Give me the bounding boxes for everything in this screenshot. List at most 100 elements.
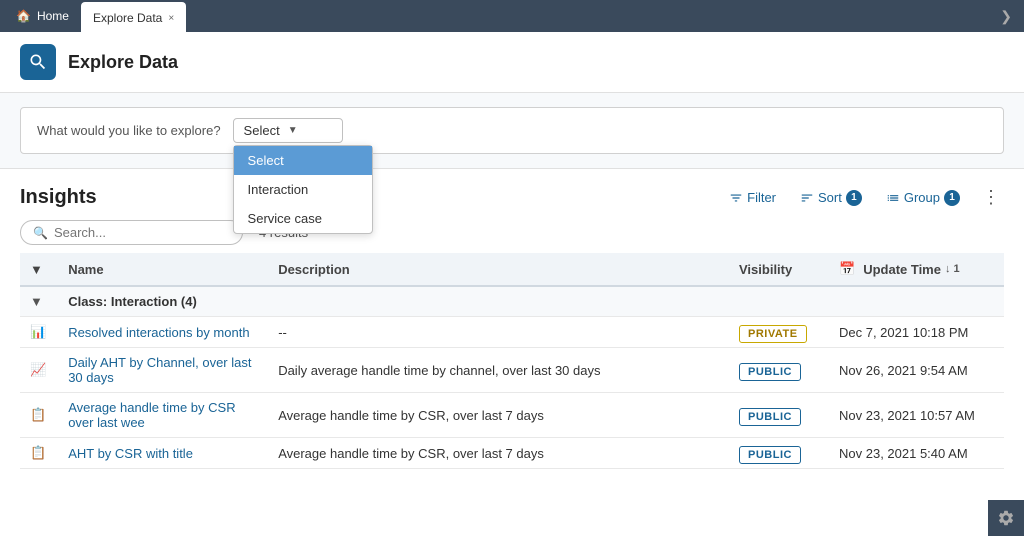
search-results-row: 🔍 4 results — [20, 220, 1004, 245]
sort-asc-icon: ↓ 1 — [945, 263, 960, 275]
calendar-icon: 📅 — [839, 261, 855, 277]
visibility-badge: PRIVATE — [739, 325, 807, 343]
sort-icon — [800, 191, 814, 205]
search-box: 🔍 — [20, 220, 243, 245]
group-label: Group — [904, 190, 940, 205]
th-visibility: Visibility — [729, 253, 829, 286]
row-visibility-cell: PRIVATE — [729, 317, 829, 348]
group-collapse-icon[interactable]: ▼ — [30, 294, 43, 309]
group-class-value: Interaction (4) — [111, 294, 197, 309]
th-update-label: Update Time — [863, 262, 941, 277]
row-description-cell: Average handle time by CSR, over last 7 … — [268, 438, 729, 469]
th-vis-label: Visibility — [739, 262, 792, 277]
row-description-cell: -- — [268, 317, 729, 348]
row-update-time-cell: Nov 26, 2021 9:54 AM — [829, 348, 1004, 393]
row-type-icon: 📋 — [30, 445, 46, 460]
row-icon-cell: 📊 — [20, 317, 58, 348]
row-visibility-cell: PUBLIC — [729, 348, 829, 393]
row-type-icon: 📊 — [30, 324, 46, 339]
row-type-icon: 📋 — [30, 407, 46, 422]
explore-data-tab[interactable]: Explore Data × — [81, 2, 186, 34]
row-description-cell: Average handle time by CSR, over last 7 … — [268, 393, 729, 438]
chevron-down-icon: ▼ — [288, 125, 298, 136]
page-title: Explore Data — [68, 52, 178, 73]
collapse-icon[interactable]: ▼ — [30, 262, 43, 277]
row-icon-cell: 📋 — [20, 438, 58, 469]
insights-header: Insights Filter Sort 1 Group 1 ⋮ — [20, 169, 1004, 220]
row-visibility-cell: PUBLIC — [729, 438, 829, 469]
explore-bar-inner: What would you like to explore? Select ▼… — [20, 107, 1004, 154]
table-row: 📋 Average handle time by CSR over last w… — [20, 393, 1004, 438]
filter-label: Filter — [747, 190, 776, 205]
main-container: Explore Data What would you like to expl… — [0, 32, 1024, 536]
filter-button[interactable]: Filter — [723, 186, 782, 209]
visibility-badge: PUBLIC — [739, 363, 801, 381]
close-tab-button[interactable]: × — [168, 13, 174, 24]
table-row: 📋 AHT by CSR with title Average handle t… — [20, 438, 1004, 469]
insights-title: Insights — [20, 186, 97, 209]
row-name-cell: Daily AHT by Channel, over last 30 days — [58, 348, 268, 393]
dropdown-item-select[interactable]: Select — [234, 146, 372, 175]
row-description-cell: Daily average handle time by channel, ov… — [268, 348, 729, 393]
home-tab-label: Home — [37, 9, 69, 23]
top-navigation: 🏠 Home Explore Data × ❯ — [0, 0, 1024, 32]
select-wrapper: Select ▼ Select Interaction Service case — [233, 118, 343, 143]
group-toggle-cell: ▼ — [20, 286, 58, 317]
row-visibility-cell: PUBLIC — [729, 393, 829, 438]
row-name-cell: Average handle time by CSR over last wee — [58, 393, 268, 438]
table-row: 📈 Daily AHT by Channel, over last 30 day… — [20, 348, 1004, 393]
dropdown-item-interaction[interactable]: Interaction — [234, 175, 372, 204]
gear-button[interactable] — [988, 500, 1024, 536]
group-icon — [886, 191, 900, 205]
table-header-row: ▼ Name Description Visibility — [20, 253, 1004, 286]
th-name-label: Name — [68, 262, 103, 277]
th-update-time: 📅 Update Time ↓ 1 — [829, 253, 1004, 286]
search-icon: 🔍 — [33, 226, 48, 240]
row-name-cell: Resolved interactions by month — [58, 317, 268, 348]
page-icon — [20, 44, 56, 80]
insights-section: Insights Filter Sort 1 Group 1 ⋮ — [0, 169, 1024, 536]
th-description: Description — [268, 253, 729, 286]
row-name-link[interactable]: Resolved interactions by month — [68, 325, 249, 340]
explore-bar: What would you like to explore? Select ▼… — [0, 93, 1024, 169]
row-type-icon: 📈 — [30, 362, 46, 377]
filter-icon — [729, 191, 743, 205]
row-update-time-cell: Nov 23, 2021 5:40 AM — [829, 438, 1004, 469]
group-header-row: ▼ Class: Interaction (4) — [20, 286, 1004, 317]
group-button[interactable]: Group 1 — [880, 186, 966, 210]
dropdown-item-service-case[interactable]: Service case — [234, 204, 372, 233]
explore-data-tab-label: Explore Data — [93, 11, 162, 25]
sort-button[interactable]: Sort 1 — [794, 186, 868, 210]
th-desc-label: Description — [278, 262, 350, 277]
home-tab[interactable]: 🏠 Home — [4, 0, 81, 32]
sort-label: Sort — [818, 190, 842, 205]
gear-icon — [997, 509, 1015, 527]
th-name: Name — [58, 253, 268, 286]
explore-label: What would you like to explore? — [37, 123, 221, 138]
explore-data-icon — [28, 52, 48, 72]
group-class-label: Class: — [68, 294, 107, 309]
row-icon-cell: 📈 — [20, 348, 58, 393]
row-name-link[interactable]: Daily AHT by Channel, over last 30 days — [68, 355, 251, 385]
home-icon: 🏠 — [16, 9, 31, 23]
row-name-link[interactable]: AHT by CSR with title — [68, 446, 193, 461]
row-name-cell: AHT by CSR with title — [58, 438, 268, 469]
row-update-time-cell: Nov 23, 2021 10:57 AM — [829, 393, 1004, 438]
th-toggle: ▼ — [20, 253, 58, 286]
toolbar-right: Filter Sort 1 Group 1 ⋮ — [723, 183, 1004, 212]
dropdown-menu: Select Interaction Service case — [233, 145, 373, 234]
data-table: ▼ Name Description Visibility — [20, 253, 1004, 469]
more-options-button[interactable]: ⋮ — [978, 183, 1004, 212]
row-name-link[interactable]: Average handle time by CSR over last wee — [68, 400, 235, 430]
select-dropdown-button[interactable]: Select ▼ — [233, 118, 343, 143]
row-icon-cell: 📋 — [20, 393, 58, 438]
group-header-cell: Class: Interaction (4) — [58, 286, 1004, 317]
table-row: 📊 Resolved interactions by month -- PRIV… — [20, 317, 1004, 348]
group-badge: 1 — [944, 190, 960, 206]
search-input[interactable] — [54, 225, 230, 240]
visibility-badge: PUBLIC — [739, 408, 801, 426]
select-value: Select — [244, 123, 280, 138]
visibility-badge: PUBLIC — [739, 446, 801, 464]
sort-badge: 1 — [846, 190, 862, 206]
nav-expand-icon: ❯ — [1000, 8, 1020, 25]
